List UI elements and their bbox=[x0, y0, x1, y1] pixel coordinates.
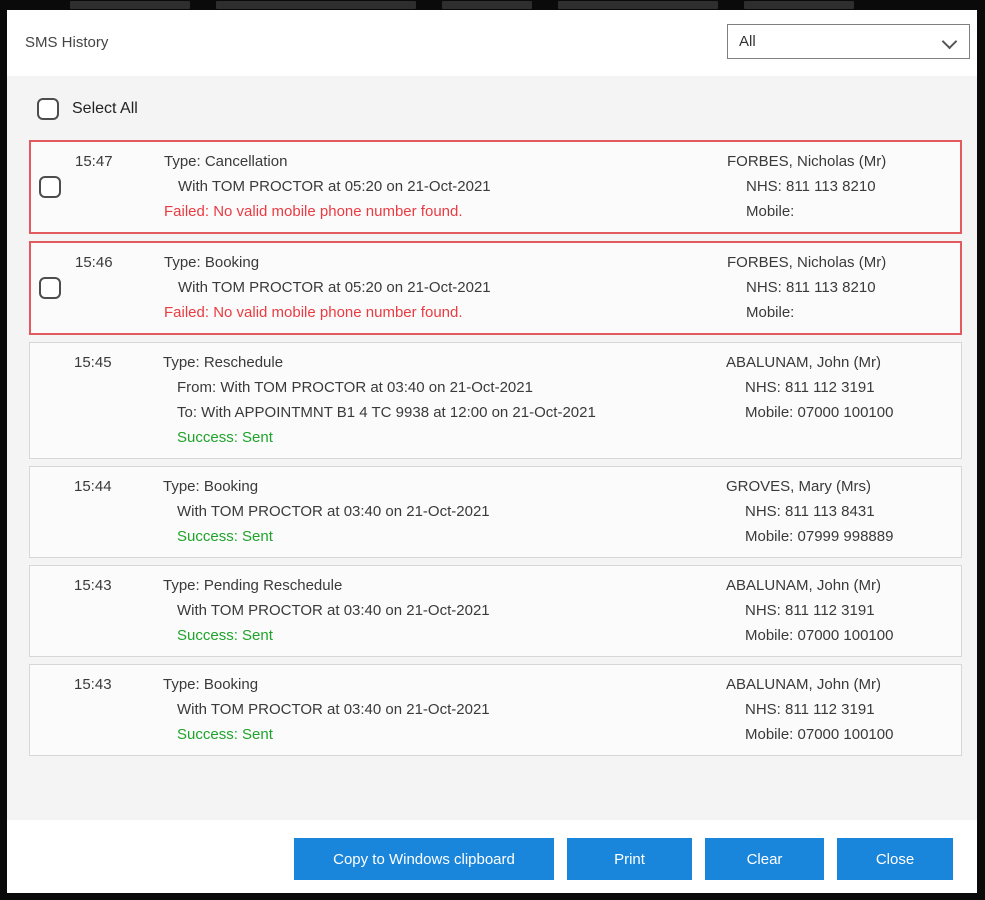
sms-history-row: 15:47 Type: CancellationWith TOM PROCTOR… bbox=[29, 140, 962, 234]
row-patient-block: ABALUNAM, John (Mr) NHS: 811 112 3191 Mo… bbox=[726, 350, 893, 425]
sms-history-dialog: SMS History All Select All 15:47 Type: C… bbox=[7, 10, 977, 893]
patient-mobile-number: Mobile: bbox=[727, 199, 886, 224]
sms-history-row: 15:43 Type: Pending RescheduleWith TOM P… bbox=[29, 565, 962, 657]
row-patient-block: ABALUNAM, John (Mr) NHS: 811 112 3191 Mo… bbox=[726, 672, 893, 747]
row-checkbox[interactable] bbox=[39, 176, 61, 198]
copy-to-clipboard-button[interactable]: Copy to Windows clipboard bbox=[294, 838, 554, 880]
background-window-remnant bbox=[744, 1, 854, 9]
patient-mobile-number: Mobile: 07000 100100 bbox=[726, 722, 893, 747]
row-patient-block: FORBES, Nicholas (Mr) NHS: 811 113 8210 … bbox=[727, 250, 886, 325]
row-patient-block: ABALUNAM, John (Mr) NHS: 811 112 3191 Mo… bbox=[726, 573, 893, 648]
filter-dropdown-value: All bbox=[728, 33, 756, 50]
sms-history-row: 15:44 Type: BookingWith TOM PROCTOR at 0… bbox=[29, 466, 962, 558]
patient-nhs-number: NHS: 811 112 3191 bbox=[726, 598, 893, 623]
patient-name: FORBES, Nicholas (Mr) bbox=[727, 149, 886, 174]
row-patient-block: FORBES, Nicholas (Mr) NHS: 811 113 8210 … bbox=[727, 149, 886, 224]
chevron-down-icon bbox=[942, 34, 958, 50]
row-time: 15:44 bbox=[74, 474, 112, 499]
patient-nhs-number: NHS: 811 113 8431 bbox=[726, 499, 893, 524]
sms-history-row: 15:46 Type: BookingWith TOM PROCTOR at 0… bbox=[29, 241, 962, 335]
patient-name: FORBES, Nicholas (Mr) bbox=[727, 250, 886, 275]
filter-dropdown[interactable]: All bbox=[727, 24, 970, 59]
patient-mobile-number: Mobile: 07000 100100 bbox=[726, 400, 893, 425]
patient-name: ABALUNAM, John (Mr) bbox=[726, 672, 893, 697]
background-window-remnant bbox=[70, 1, 910, 9]
patient-mobile-number: Mobile: bbox=[727, 300, 886, 325]
patient-name: GROVES, Mary (Mrs) bbox=[726, 474, 893, 499]
row-time: 15:46 bbox=[75, 250, 113, 275]
background-window-remnant bbox=[442, 1, 532, 9]
clear-button[interactable]: Clear bbox=[705, 838, 824, 880]
row-time: 15:47 bbox=[75, 149, 113, 174]
page-title: SMS History bbox=[25, 34, 108, 51]
select-all-row: Select All bbox=[37, 98, 977, 120]
dialog-footer: Copy to Windows clipboard Print Clear Cl… bbox=[7, 820, 977, 893]
patient-nhs-number: NHS: 811 113 8210 bbox=[727, 275, 886, 300]
print-button[interactable]: Print bbox=[567, 838, 692, 880]
row-time: 15:43 bbox=[74, 573, 112, 598]
patient-name: ABALUNAM, John (Mr) bbox=[726, 350, 893, 375]
dialog-header: SMS History All bbox=[7, 10, 977, 76]
patient-mobile-number: Mobile: 07999 998889 bbox=[726, 524, 893, 549]
dialog-content: Select All 15:47 Type: CancellationWith … bbox=[7, 76, 977, 820]
sms-history-list: 15:47 Type: CancellationWith TOM PROCTOR… bbox=[29, 140, 962, 756]
patient-nhs-number: NHS: 811 113 8210 bbox=[727, 174, 886, 199]
row-status: Success: Sent bbox=[163, 425, 949, 450]
patient-mobile-number: Mobile: 07000 100100 bbox=[726, 623, 893, 648]
background-window-remnant bbox=[558, 1, 718, 9]
row-time: 15:45 bbox=[74, 350, 112, 375]
close-button[interactable]: Close bbox=[837, 838, 953, 880]
patient-name: ABALUNAM, John (Mr) bbox=[726, 573, 893, 598]
sms-history-row: 15:45 Type: RescheduleFrom: With TOM PRO… bbox=[29, 342, 962, 459]
row-patient-block: GROVES, Mary (Mrs) NHS: 811 113 8431 Mob… bbox=[726, 474, 893, 549]
sms-history-row: 15:43 Type: BookingWith TOM PROCTOR at 0… bbox=[29, 664, 962, 756]
row-checkbox[interactable] bbox=[39, 277, 61, 299]
row-time: 15:43 bbox=[74, 672, 112, 697]
patient-nhs-number: NHS: 811 112 3191 bbox=[726, 375, 893, 400]
select-all-label: Select All bbox=[72, 100, 138, 118]
patient-nhs-number: NHS: 811 112 3191 bbox=[726, 697, 893, 722]
screenshot-frame: SMS History All Select All 15:47 Type: C… bbox=[0, 0, 985, 900]
select-all-checkbox[interactable] bbox=[37, 98, 59, 120]
background-window-remnant bbox=[216, 1, 416, 9]
background-window-remnant bbox=[70, 1, 190, 9]
